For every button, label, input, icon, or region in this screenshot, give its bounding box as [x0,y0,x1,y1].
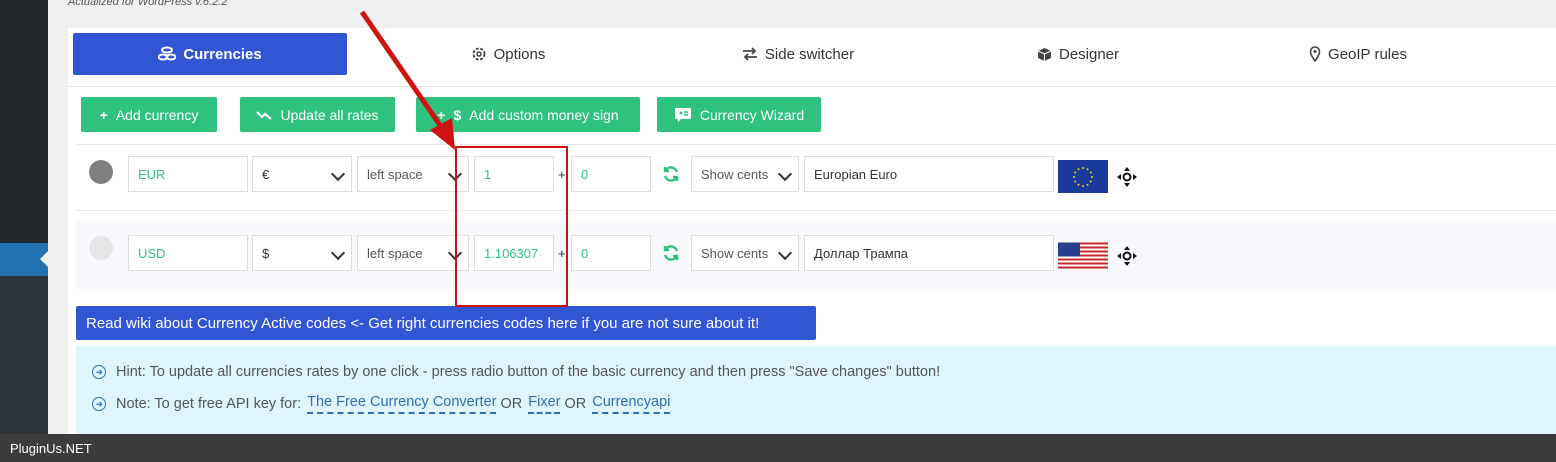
currency-symbol-value: € [262,166,270,182]
plus-icon: + [437,106,446,123]
symbol-position-value: left space [367,245,423,261]
version-note: Actualized for WordPress v.6.2.2 [68,0,228,8]
tab-bar: Currencies Options Side switcher Designe… [68,28,1556,87]
coins-icon [158,46,177,61]
refresh-rate-icon[interactable] [661,243,681,263]
eu-flag-icon[interactable] [1058,160,1108,193]
chevron-down-icon [777,166,793,182]
add-currency-button[interactable]: + Add currency [81,97,217,132]
tab-options-label: Options [493,45,546,63]
cents-select[interactable]: Show cents [691,156,799,192]
note-line: ➜ Note: To get free API key for: The Fre… [92,394,674,414]
tab-side-switcher-label: Side switcher [764,45,855,63]
arrow-circle-icon: ➜ [92,397,106,411]
free-currency-converter-link[interactable]: The Free Currency Converter [307,394,497,414]
cube-icon [1037,47,1052,61]
chevron-down-icon [330,245,346,261]
read-wiki-button[interactable]: Read wiki about Currency Active codes <-… [76,306,816,340]
cents-select[interactable]: Show cents [691,235,799,271]
description-input[interactable]: Europian Euro [804,156,1054,192]
footer-bar: PluginUs.NET [0,434,1556,462]
tab-currencies-label: Currencies [183,45,262,63]
tab-designer-label: Designer [1058,45,1120,63]
tab-geoip-rules[interactable]: GeoIP rules [1273,33,1443,75]
description-input[interactable]: Доллар Трампа [804,235,1054,271]
hint-text: Hint: To update all currencies rates by … [116,364,941,380]
currency-symbol-select[interactable]: € [252,156,352,192]
currency-symbol-value: $ [262,245,270,261]
hint-line: ➜ Hint: To update all currencies rates b… [92,364,940,380]
tab-designer[interactable]: Designer [998,33,1158,75]
currency-row: USD $ left space 1.106307 + 0 Show cents… [76,221,1556,289]
move-handle-icon[interactable] [1116,245,1138,267]
currency-code-input[interactable]: USD [128,235,248,271]
symbol-position-value: left space [367,166,423,182]
move-handle-icon[interactable] [1116,166,1138,188]
wp-admin-sidebar [0,0,48,434]
tab-side-switcher[interactable]: Side switcher [698,33,898,75]
currency-symbol-select[interactable]: $ [252,235,352,271]
currencyapi-link[interactable]: Currencyapi [592,394,671,414]
us-flag-icon[interactable] [1058,239,1108,272]
map-pin-icon [1309,46,1321,62]
tab-geoip-rules-label: GeoIP rules [1328,45,1407,63]
sidebar-lower [0,276,48,434]
wizard-icon [674,107,691,122]
trend-icon [256,110,273,120]
or-text: OR [500,396,523,412]
fixer-link[interactable]: Fixer [528,394,561,414]
cents-value: Show cents [701,166,769,182]
add-custom-money-sign-label: Add custom money sign [469,106,619,123]
settings-panel: Currencies Options Side switcher Designe… [68,28,1556,434]
cents-value: Show cents [701,245,769,261]
add-custom-money-sign-button[interactable]: + $ Add custom money sign [416,97,640,132]
tab-options[interactable]: Options [418,33,598,75]
or-text: OR [564,396,587,412]
gear-icon [472,47,486,61]
tab-currencies[interactable]: Currencies [73,33,347,75]
arrow-circle-icon: ➜ [92,365,106,379]
hint-box: ➜ Hint: To update all currencies rates b… [76,346,1556,434]
chevron-down-icon [330,166,346,182]
currency-code-input[interactable]: EUR [128,156,248,192]
refresh-rate-icon[interactable] [661,164,681,184]
symbol-position-select[interactable]: left space [357,156,469,192]
symbol-position-select[interactable]: left space [357,235,469,271]
swap-icon [742,47,757,61]
currency-wizard-button[interactable]: Currency Wizard [657,97,821,132]
currency-wizard-label: Currency Wizard [699,106,805,123]
basic-currency-radio[interactable] [89,160,113,184]
interest-input[interactable]: 0 [571,235,651,271]
basic-currency-radio[interactable] [89,236,113,260]
currency-row: EUR € left space 1 + 0 Show cents Europi… [76,144,1556,211]
dollar-icon: $ [453,106,462,123]
interest-input[interactable]: 0 [571,156,651,192]
chevron-down-icon [777,245,793,261]
sidebar-active-notch [40,251,48,267]
update-all-rates-button[interactable]: Update all rates [240,97,395,132]
update-all-rates-label: Update all rates [280,106,379,123]
note-text: Note: To get free API key for: [116,396,302,412]
annotation-highlight-box [455,146,568,307]
plus-icon: + [99,106,108,123]
add-currency-label: Add currency [115,106,199,123]
